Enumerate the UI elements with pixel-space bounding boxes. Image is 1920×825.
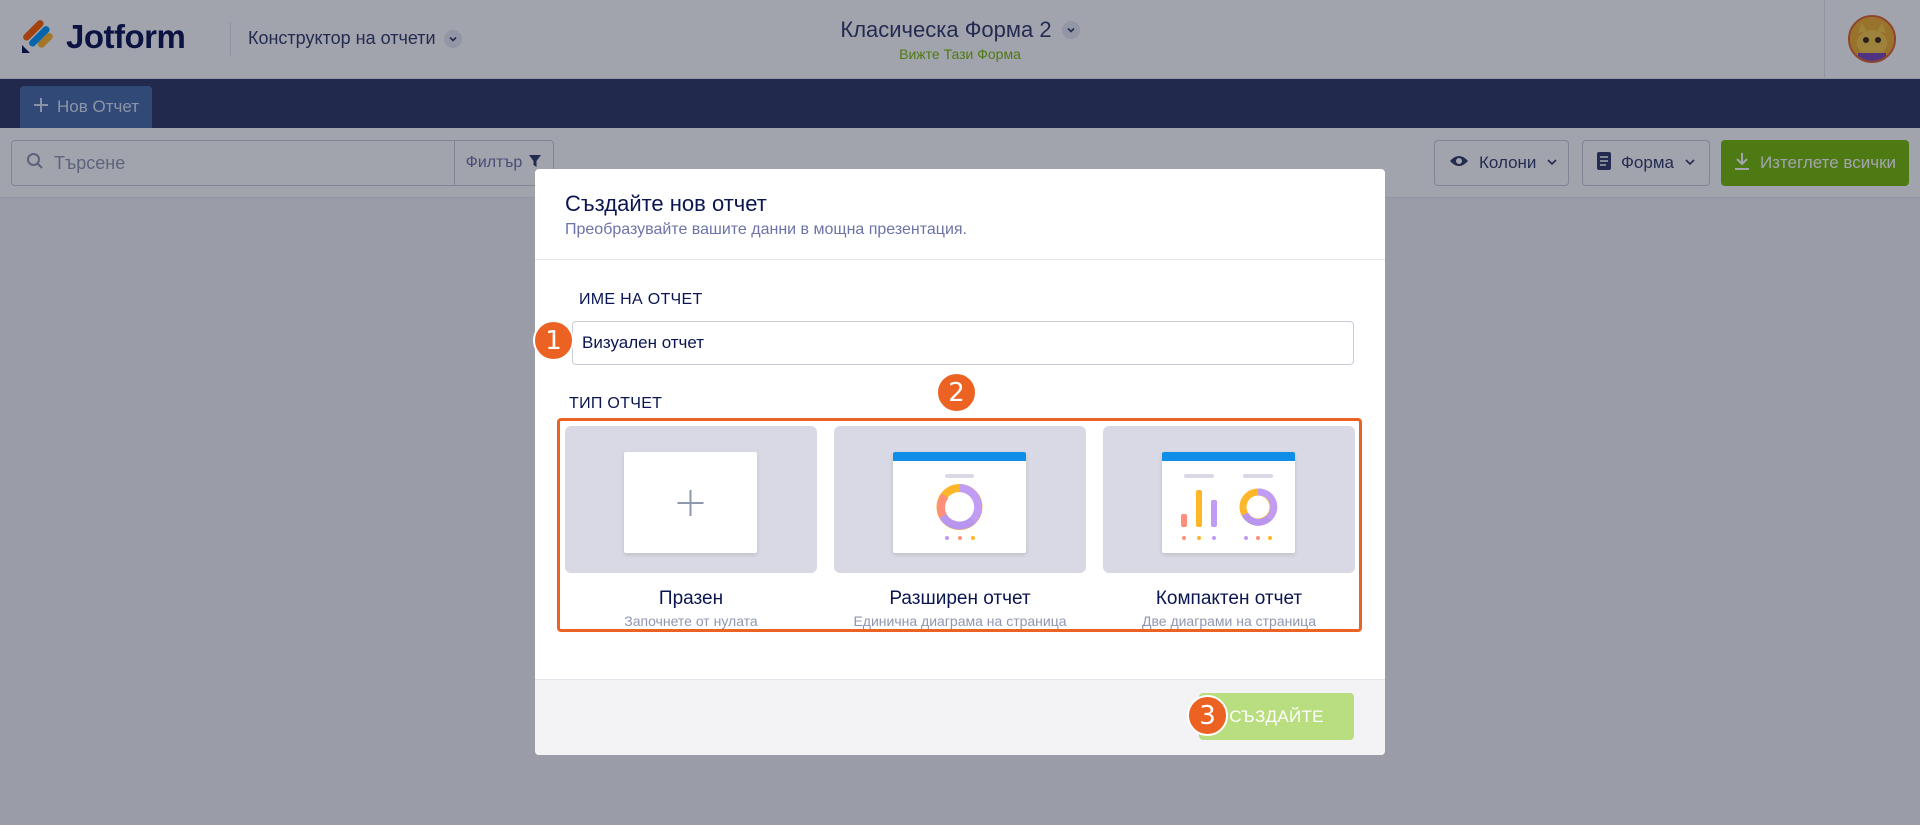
sheet-header-bar [1162, 452, 1295, 461]
card-desc: Две диаграми на страница [1142, 613, 1316, 629]
donut-chart-icon [936, 474, 983, 540]
blank-sheet [624, 452, 757, 553]
extended-sheet [893, 452, 1026, 553]
card-preview [1103, 426, 1355, 573]
modal-subtitle: Преобразувайте вашите данни в мощна през… [565, 221, 967, 238]
card-preview [834, 426, 1086, 573]
report-type-label: ТИП ОТЧЕТ [569, 395, 663, 412]
report-type-blank[interactable]: Празен Започнете от нулата [565, 426, 817, 629]
report-name-input[interactable] [572, 321, 1354, 365]
report-type-extended[interactable]: Разширен отчет Единична диаграма на стра… [834, 426, 1086, 629]
card-preview [565, 426, 817, 573]
sheet-header-bar [893, 452, 1026, 461]
bar-donut-chart-icon [1181, 474, 1278, 540]
report-name-label: ИМЕ НА ОТЧЕТ [579, 291, 703, 308]
compact-sheet [1162, 452, 1295, 553]
card-desc: Единична диаграма на страница [853, 613, 1067, 629]
step-badge-2: 2 [936, 372, 977, 413]
card-desc: Започнете от нулата [624, 613, 758, 629]
card-title: Празен [658, 588, 724, 609]
report-type-compact[interactable]: Компактен отчет Две диаграми на страница [1103, 426, 1355, 629]
card-title: Компактен отчет [1155, 588, 1303, 609]
create-report-modal: Създайте нов отчет Преобразувайте вашите… [535, 169, 1385, 755]
modal-header: Създайте нов отчет Преобразувайте вашите… [535, 169, 1385, 260]
card-title: Разширен отчет [889, 588, 1031, 609]
plus-icon [677, 490, 704, 516]
modal-title: Създайте нов отчет [565, 191, 767, 216]
step-badge-3: 3 [1187, 695, 1228, 736]
step-badge-1: 1 [533, 320, 574, 361]
